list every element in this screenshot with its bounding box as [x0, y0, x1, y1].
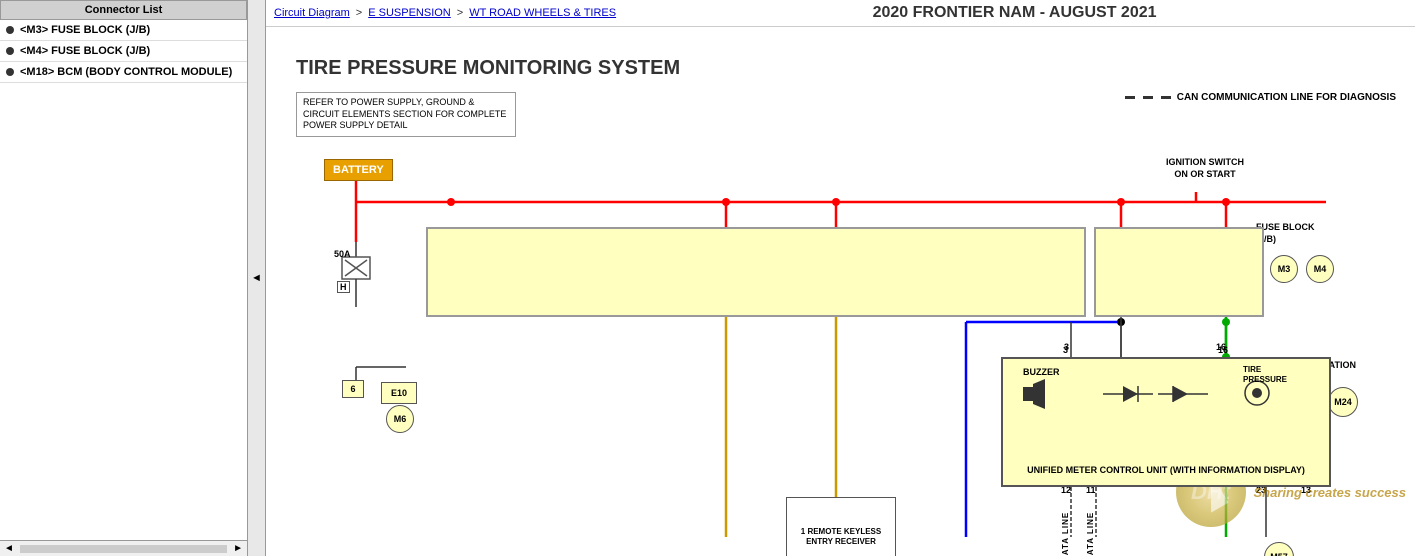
breadcrumb-wt-road-wheels[interactable]: WT ROAD WHEELS & TIRES — [469, 7, 616, 19]
control-unit-box: BUZZER TIRE PRESSURE — [1001, 357, 1331, 487]
collapse-icon: ◄ — [251, 272, 262, 284]
sidebar-item-m3[interactable]: <M3> FUSE BLOCK (J/B) — [0, 20, 247, 41]
fuse-50a-code: H — [337, 281, 350, 293]
connector-m3[interactable]: M3 — [1270, 255, 1298, 283]
page-title: 2020 FRONTIER NAM - AUGUST 2021 — [622, 4, 1407, 22]
keyless-label: 1 REMOTE KEYLESS ENTRY RECEIVER — [791, 527, 891, 548]
ctrl-pin-3: 3 — [1063, 345, 1068, 355]
dot-m3 — [6, 26, 14, 34]
dot-m18 — [6, 68, 14, 76]
buzzer-symbol — [1023, 379, 1058, 409]
breadcrumb-e-suspension[interactable]: E SUSPENSION — [368, 7, 451, 19]
diode-symbol2 — [1158, 379, 1218, 409]
diode-symbol1 — [1103, 379, 1163, 409]
fuse-block-main — [426, 227, 1086, 317]
scroll-left-btn[interactable]: ◄ — [0, 543, 18, 554]
scroll-right-btn[interactable]: ► — [229, 543, 247, 554]
num-badge-6: 6 — [342, 380, 364, 398]
sidebar-header: Connector List — [0, 0, 247, 20]
sidebar-list[interactable]: <M3> FUSE BLOCK (J/B) <M4> FUSE BLOCK (J… — [0, 20, 247, 540]
can-legend-text: CAN COMMUNICATION LINE FOR DIAGNOSIS — [1177, 92, 1396, 103]
fuse-block-jb-label: FUSE BLOCK(J/B) — [1256, 222, 1315, 245]
buzzer-label: BUZZER — [1023, 367, 1060, 377]
sidebar-item-m18[interactable]: <M18> BCM (BODY CONTROL MODULE) — [0, 62, 247, 83]
sidebar-label-m4: <M4> FUSE BLOCK (J/B) — [20, 45, 150, 57]
collapse-sidebar-button[interactable]: ◄ — [248, 0, 266, 556]
breadcrumb-circuit-diagram[interactable]: Circuit Diagram — [274, 7, 350, 19]
dot-m4 — [6, 47, 14, 55]
sidebar: Connector List <M3> FUSE BLOCK (J/B) <M4… — [0, 0, 248, 556]
can-line-symbol — [1125, 96, 1171, 99]
can-legend: CAN COMMUNICATION LINE FOR DIAGNOSIS — [1125, 92, 1396, 103]
diagram-canvas: TIRE PRESSURE MONITORING SYSTEM REFER TO… — [266, 27, 1415, 537]
sidebar-item-m4[interactable]: <M4> FUSE BLOCK (J/B) — [0, 41, 247, 62]
connector-m57[interactable]: M57 — [1264, 542, 1294, 556]
sidebar-label-m3: <M3> FUSE BLOCK (J/B) — [20, 24, 150, 36]
sidebar-bottom-bar: ◄ ► — [0, 540, 247, 556]
keyless-receiver-box: 1 REMOTE KEYLESS ENTRY RECEIVER — [786, 497, 896, 556]
connector-e10[interactable]: E10 — [381, 382, 417, 404]
tire-pressure-label: TIRE PRESSURE — [1243, 365, 1287, 384]
data-line-label-2: DATA LINE — [1086, 492, 1095, 556]
diagram-note: REFER TO POWER SUPPLY, GROUND & CIRCUIT … — [296, 92, 516, 137]
breadcrumb-sep1: > — [356, 7, 362, 19]
main-area[interactable]: Circuit Diagram > E SUSPENSION > WT ROAD… — [266, 0, 1415, 556]
fuse-50a-label: 50A — [334, 249, 351, 259]
connector-m4[interactable]: M4 — [1306, 255, 1334, 283]
control-unit-title: UNIFIED METER CONTROL UNIT (WITH INFORMA… — [1003, 464, 1329, 477]
battery-box: BATTERY — [324, 159, 393, 181]
top-bar: Circuit Diagram > E SUSPENSION > WT ROAD… — [266, 0, 1415, 27]
connector-m6[interactable]: M6 — [386, 405, 414, 433]
fuse-block-right — [1094, 227, 1264, 317]
sidebar-label-m18: <M18> BCM (BODY CONTROL MODULE) — [20, 66, 232, 78]
data-line-label-1: DATA LINE — [1061, 492, 1070, 556]
ignition-switch-label: IGNITION SWITCH ON OR START — [1166, 157, 1244, 180]
connector-m24[interactable]: M24 — [1328, 387, 1358, 417]
ctrl-pin-16: 16 — [1218, 345, 1228, 355]
diagram-title: TIRE PRESSURE MONITORING SYSTEM — [296, 57, 680, 80]
breadcrumb-sep2: > — [457, 7, 463, 19]
